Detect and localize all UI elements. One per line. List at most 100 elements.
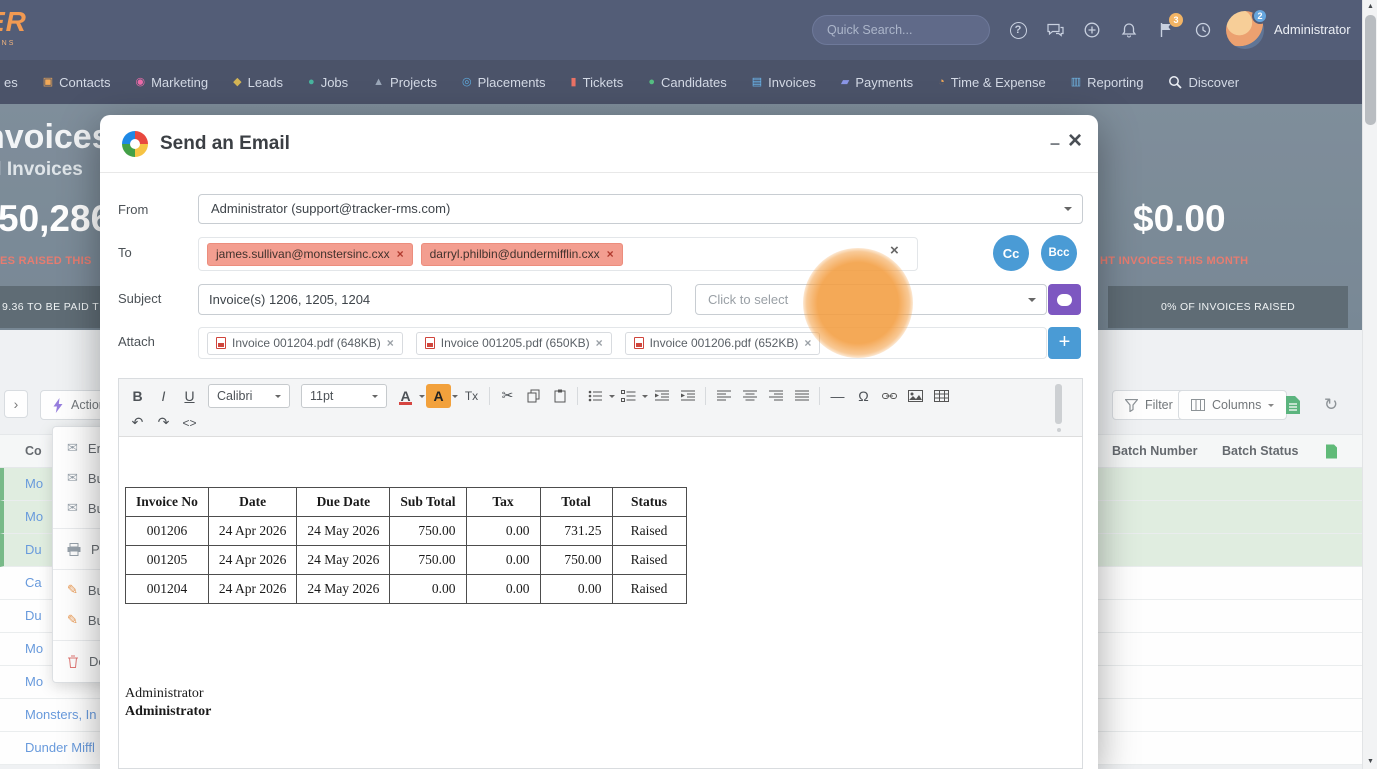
align-center-button[interactable] — [737, 384, 762, 408]
cell-total: 0.00 — [539, 574, 613, 604]
numbered-list-button[interactable] — [616, 384, 641, 408]
text-color-button[interactable]: A — [393, 384, 418, 408]
toolbar-divider — [489, 386, 490, 405]
code-view-button[interactable]: <> — [177, 411, 202, 435]
recipient-tag[interactable]: darryl.philbin@dundermifflin.cxx × — [420, 242, 623, 266]
font-family-value: Calibri — [217, 388, 253, 403]
pdf-file-icon — [633, 337, 644, 349]
chevron-down-icon — [609, 394, 615, 401]
align-right-icon — [768, 390, 783, 400]
remove-recipient-icon[interactable]: × — [397, 247, 404, 261]
pdf-file-icon — [424, 337, 435, 349]
from-label: From — [118, 202, 149, 217]
add-attachment-button[interactable]: + — [1048, 327, 1081, 359]
insert-image-button[interactable] — [903, 384, 928, 408]
horizontal-rule-button[interactable]: — — [825, 384, 850, 408]
recipient-tag[interactable]: james.sullivan@monstersinc.cxx × — [207, 242, 413, 266]
subject-label: Subject — [118, 291, 162, 306]
align-justify-button[interactable] — [789, 384, 814, 408]
toolbar-divider — [577, 386, 578, 405]
copy-icon — [527, 389, 539, 402]
chevron-down-icon — [452, 394, 458, 401]
cell-due-date: 24 May 2026 — [296, 545, 391, 575]
editor-toolbar-row-1: B I U Calibri 11pt A A Tx ✂ — Ω — [125, 382, 1076, 409]
subject-input[interactable] — [198, 284, 672, 315]
cell-due-date: 24 May 2026 — [296, 516, 391, 546]
pdf-file-icon — [216, 337, 226, 349]
table-row: 001206 24 Apr 2026 24 May 2026 750.00 0.… — [125, 516, 687, 546]
editor-toolbar: B I U Calibri 11pt A A Tx ✂ — Ω ↶ ↷ <> — [119, 379, 1082, 437]
copy-button[interactable] — [521, 384, 546, 408]
remove-attachment-icon[interactable]: × — [596, 336, 603, 350]
from-select[interactable]: Administrator (support@tracker-rms.com) — [198, 194, 1083, 224]
cell-status: Raised — [611, 516, 687, 546]
align-left-button[interactable] — [711, 384, 736, 408]
special-character-button[interactable]: Ω — [851, 384, 876, 408]
email-body-content[interactable]: Invoice No Date Due Date Sub Total Tax T… — [119, 437, 1082, 768]
bullet-list-button[interactable] — [583, 384, 608, 408]
font-size-value: 11pt — [310, 388, 334, 403]
insert-link-button[interactable] — [877, 384, 902, 408]
remove-attachment-icon[interactable]: × — [387, 336, 394, 350]
insert-table-button[interactable] — [929, 384, 954, 408]
bold-button[interactable]: B — [125, 384, 150, 408]
paste-button[interactable] — [547, 384, 572, 408]
table-row: 001204 24 Apr 2026 24 May 2026 0.00 0.00… — [125, 574, 687, 604]
indent-icon — [680, 390, 695, 400]
cell-status: Raised — [611, 574, 687, 604]
chat-bubble-icon — [1057, 293, 1072, 306]
undo-button[interactable]: ↶ — [125, 411, 150, 435]
attachment-name: Invoice 001204.pdf (648KB) — [232, 336, 381, 350]
page-scrollbar[interactable]: ▲ ▼ — [1362, 0, 1377, 769]
to-label: To — [118, 245, 132, 260]
recipient-email: darryl.philbin@dundermifflin.cxx — [429, 247, 600, 261]
clear-formatting-button[interactable]: Tx — [459, 384, 484, 408]
cell-tax: 0.00 — [465, 516, 541, 546]
to-field[interactable]: james.sullivan@monstersinc.cxx × darryl.… — [198, 237, 918, 271]
email-body-editor: B I U Calibri 11pt A A Tx ✂ — Ω ↶ ↷ <> I… — [118, 378, 1083, 769]
attachment-tag[interactable]: Invoice 001206.pdf (652KB) × — [624, 331, 821, 355]
outdent-button[interactable] — [649, 384, 674, 408]
redo-button[interactable]: ↷ — [151, 411, 176, 435]
column-header: Date — [207, 487, 298, 517]
align-justify-icon — [794, 390, 809, 400]
editor-toolbar-scrollbar[interactable] — [1055, 384, 1062, 424]
column-header: Status — [611, 487, 687, 517]
close-icon[interactable]: × — [1068, 127, 1082, 155]
modal-title: Send an Email — [160, 132, 290, 154]
scrollbar-up-arrow[interactable]: ▲ — [1363, 0, 1377, 14]
column-header: Invoice No — [125, 487, 209, 517]
toolbar-divider — [705, 386, 706, 405]
bullet-list-icon — [588, 390, 602, 401]
highlight-color-button[interactable]: A — [426, 383, 451, 408]
align-right-button[interactable] — [763, 384, 788, 408]
cell-sub-total: 750.00 — [389, 516, 467, 546]
clear-recipients-icon[interactable]: × — [890, 242, 899, 259]
editor-toolbar-scrollbar-dot — [1057, 428, 1061, 432]
attachment-tag[interactable]: Invoice 001205.pdf (650KB) × — [415, 331, 612, 355]
message-template-button[interactable] — [1048, 284, 1081, 315]
attachment-name: Invoice 001206.pdf (652KB) — [649, 336, 799, 350]
template-select[interactable]: Click to select — [695, 284, 1047, 315]
cell-sub-total: 750.00 — [389, 545, 467, 575]
scrollbar-thumb[interactable] — [1365, 15, 1376, 125]
cc-button[interactable]: Cc — [993, 235, 1029, 271]
attachments-field[interactable]: Invoice 001204.pdf (648KB) × Invoice 001… — [198, 327, 1047, 359]
remove-recipient-icon[interactable]: × — [607, 247, 614, 261]
indent-button[interactable] — [675, 384, 700, 408]
italic-button[interactable]: I — [151, 384, 176, 408]
remove-attachment-icon[interactable]: × — [804, 336, 811, 350]
underline-button[interactable]: U — [177, 384, 202, 408]
scrollbar-down-arrow[interactable]: ▼ — [1363, 755, 1377, 769]
paste-icon — [554, 389, 565, 402]
attach-label: Attach — [118, 334, 155, 349]
minimize-button[interactable]: – — [1050, 133, 1060, 154]
font-family-select[interactable]: Calibri — [208, 383, 290, 408]
font-size-select[interactable]: 11pt — [301, 383, 387, 408]
cut-button[interactable]: ✂ — [495, 384, 520, 408]
bcc-button[interactable]: Bcc — [1041, 235, 1077, 271]
recipient-email: james.sullivan@monstersinc.cxx — [216, 247, 390, 261]
signature-line-2: Administrator — [125, 704, 212, 719]
attachment-tag[interactable]: Invoice 001204.pdf (648KB) × — [207, 331, 403, 355]
column-header: Due Date — [296, 487, 391, 517]
